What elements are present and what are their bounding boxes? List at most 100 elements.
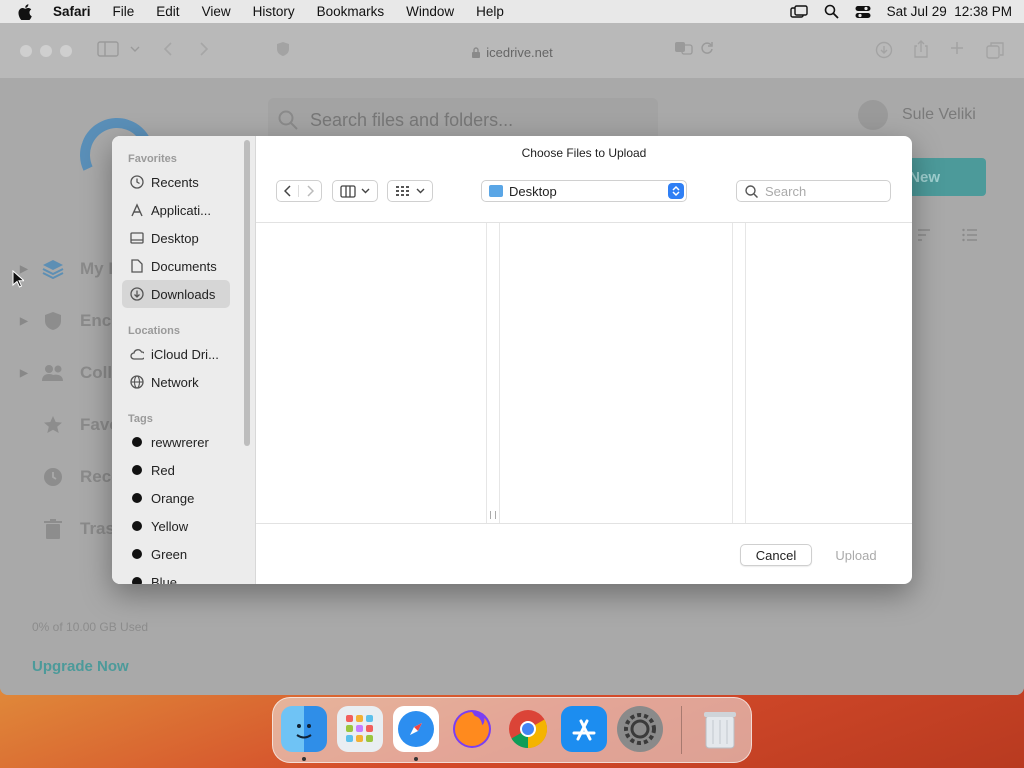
sidebar-item-desktop[interactable]: Desktop: [122, 224, 230, 252]
file-browser-columns[interactable]: [256, 222, 912, 524]
screen-mirroring-icon[interactable]: [789, 4, 808, 19]
globe-icon: [130, 375, 144, 389]
sidebar-item-applications[interactable]: Applicati...: [122, 196, 230, 224]
chrome-icon[interactable]: [505, 706, 551, 752]
reload-icon[interactable]: [700, 41, 714, 55]
apple-menu-icon[interactable]: [0, 3, 42, 20]
sidebar-item-documents[interactable]: Documents: [122, 252, 230, 280]
menu-app-name[interactable]: Safari: [42, 4, 102, 19]
group-by-selector[interactable]: [387, 180, 433, 202]
menubar-clock[interactable]: Sat Jul 29 12:38 PM: [887, 4, 1012, 19]
finder-icon[interactable]: [281, 706, 327, 752]
translate-icon[interactable]: [674, 41, 694, 55]
menu-help[interactable]: Help: [465, 4, 515, 19]
chevron-down-icon: [416, 188, 425, 194]
user-menu[interactable]: Sule Veliki: [858, 100, 976, 130]
storage-usage-text: 0% of 10.00 GB Used: [32, 620, 149, 634]
clock-icon: [40, 466, 66, 488]
sidebar-item-downloads[interactable]: Downloads: [122, 280, 230, 308]
sidebar-item-label: Downloads: [151, 286, 216, 302]
browser-toolbar: icedrive.net: [0, 23, 1024, 78]
sidebar-item-network[interactable]: Network: [122, 368, 230, 396]
sidebar-tag-orange[interactable]: Orange: [122, 484, 230, 512]
safari-icon[interactable]: [393, 706, 439, 752]
dock-separator: [681, 706, 682, 754]
search-icon: [745, 184, 758, 198]
file-upload-dialog: Favorites Recents Applicati... Desktop D…: [112, 136, 912, 584]
trash-icon[interactable]: [697, 706, 743, 752]
column-resize-grip[interactable]: [490, 511, 496, 519]
sidebar-tag-yellow[interactable]: Yellow: [122, 512, 230, 540]
launchpad-icon[interactable]: [337, 706, 383, 752]
sidebar-item-label: Green: [151, 546, 188, 562]
star-icon: [40, 414, 66, 436]
system-settings-icon[interactable]: [617, 706, 663, 752]
nav-favorites[interactable]: Favo: [20, 399, 121, 451]
forward-button[interactable]: [299, 185, 321, 197]
nav-trash[interactable]: Tras: [20, 503, 121, 555]
sidebar-tag-blue[interactable]: Blue: [122, 568, 230, 584]
zoom-window-button[interactable]: [60, 45, 72, 57]
list-view-icon[interactable]: [962, 228, 978, 242]
menu-window[interactable]: Window: [395, 4, 465, 19]
minimize-window-button[interactable]: [40, 45, 52, 57]
column-divider[interactable]: [486, 223, 500, 523]
menu-edit[interactable]: Edit: [145, 4, 190, 19]
sidebar-tag-green[interactable]: Green: [122, 540, 230, 568]
desktop-icon: [130, 231, 144, 245]
lock-icon: [471, 46, 481, 59]
chevron-right-icon: ▶: [20, 315, 28, 327]
sidebar-tag-rewwrerer[interactable]: rewwrerer: [122, 428, 230, 456]
nav-encrypted[interactable]: ▶ Encr: [20, 295, 121, 347]
tag-dot-icon: [132, 465, 142, 475]
sidebar-scrollbar[interactable]: [244, 140, 250, 446]
forward-icon[interactable]: [198, 41, 210, 57]
nav-recent[interactable]: Rece: [20, 451, 121, 503]
upgrade-now-link[interactable]: Upgrade Now: [32, 658, 129, 675]
sidebar-item-label: Red: [151, 462, 175, 478]
address-bar[interactable]: icedrive.net: [300, 38, 724, 66]
upload-button[interactable]: Upload: [820, 544, 892, 566]
privacy-shield-icon[interactable]: [276, 41, 290, 57]
downloads-icon[interactable]: [875, 41, 893, 59]
dialog-search-field[interactable]: Search: [736, 180, 891, 202]
dialog-sidebar: Favorites Recents Applicati... Desktop D…: [112, 136, 256, 584]
spotlight-search-icon[interactable]: [824, 4, 839, 19]
control-center-icon[interactable]: [855, 5, 871, 19]
app-store-icon[interactable]: [561, 706, 607, 752]
trash-icon: [40, 518, 66, 540]
column-view-icon: [340, 184, 356, 198]
column-divider[interactable]: [732, 223, 746, 523]
close-window-button[interactable]: [20, 45, 32, 57]
new-tab-icon[interactable]: [950, 41, 964, 55]
sidebar-item-label: Network: [151, 374, 199, 390]
clock-icon: [130, 175, 144, 189]
back-button[interactable]: [277, 185, 299, 197]
tag-dot-icon: [132, 521, 142, 531]
mouse-cursor-icon: [12, 269, 26, 293]
sidebar-item-icloud[interactable]: iCloud Dri...: [122, 340, 230, 368]
sidebar-item-label: Applicati...: [151, 202, 211, 218]
back-icon[interactable]: [162, 41, 174, 57]
menu-bookmarks[interactable]: Bookmarks: [306, 4, 396, 19]
share-icon[interactable]: [913, 39, 929, 59]
sidebar-item-label: rewwrerer: [151, 434, 209, 450]
sort-icon[interactable]: [916, 228, 932, 242]
view-mode-selector[interactable]: [332, 180, 378, 202]
chevron-down-icon[interactable]: [130, 45, 140, 53]
sidebar-toggle-icon[interactable]: [97, 41, 119, 57]
sidebar-tag-red[interactable]: Red: [122, 456, 230, 484]
cancel-button[interactable]: Cancel: [740, 544, 812, 566]
avatar: [858, 100, 888, 130]
dialog-title: Choose Files to Upload: [521, 146, 647, 160]
nav-my-icedrive[interactable]: ▶ My I: [20, 243, 121, 295]
nav-collaboration[interactable]: ▶ Coll: [20, 347, 121, 399]
menu-file[interactable]: File: [102, 4, 146, 19]
menu-history[interactable]: History: [242, 4, 306, 19]
nav-label: Coll: [80, 363, 113, 382]
tab-overview-icon[interactable]: [986, 41, 1004, 59]
firefox-icon[interactable]: [449, 706, 495, 752]
sidebar-item-recents[interactable]: Recents: [122, 168, 230, 196]
location-popup[interactable]: Desktop: [481, 180, 687, 202]
menu-view[interactable]: View: [191, 4, 242, 19]
